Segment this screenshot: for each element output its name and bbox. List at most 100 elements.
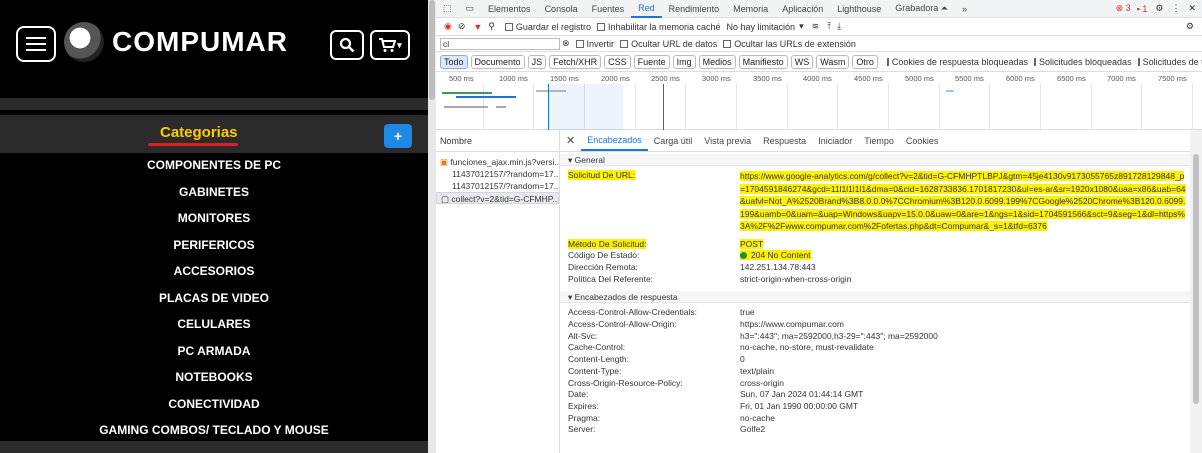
detail-tabs: ✕ Encabezados Carga útil Vista previa Re… — [560, 130, 1190, 152]
tab-payload[interactable]: Carga útil — [648, 136, 699, 146]
filter-input[interactable]: cl — [440, 37, 560, 50]
warning-badge[interactable]: ▪ 1 — [1137, 4, 1148, 14]
hide-data-urls-checkbox[interactable] — [620, 39, 629, 48]
type-filter-img[interactable]: Img — [672, 54, 696, 69]
tab-response[interactable]: Respuesta — [757, 136, 812, 146]
status-ok-icon — [740, 252, 747, 260]
tab-headers[interactable]: Encabezados — [581, 131, 648, 151]
search-button[interactable] — [330, 30, 364, 60]
hamburger-menu-button[interactable] — [16, 26, 56, 62]
type-filter-media[interactable]: Medios — [698, 54, 736, 69]
type-filter-fetch[interactable]: Fetch/XHR — [549, 54, 602, 69]
name-column-header[interactable]: Nombre — [436, 130, 559, 152]
blocked-requests-checkbox[interactable] — [1034, 57, 1036, 66]
category-item[interactable]: PC ARMADA — [0, 338, 428, 365]
categories-title[interactable]: Categorias — [160, 124, 238, 141]
timeline-selection[interactable] — [548, 84, 623, 130]
tab-application[interactable]: Aplicación — [775, 4, 830, 14]
category-item[interactable]: GABINETES — [0, 179, 428, 206]
wifi-icon[interactable]: ≋ — [812, 21, 820, 32]
disable-cache-checkbox[interactable] — [596, 22, 605, 31]
category-item[interactable]: MONITORES — [0, 205, 428, 232]
blocked-cookies-checkbox[interactable] — [886, 57, 889, 66]
request-item[interactable]: ▣ funciones_ajax.min.js?versi... — [436, 156, 559, 168]
tab-lighthouse[interactable]: Lighthouse — [830, 4, 888, 14]
tab-recorder[interactable]: Grabadora ⏶ — [888, 3, 955, 14]
type-filter-other[interactable]: Otro — [852, 54, 878, 69]
general-section-header[interactable]: ▾ General — [560, 154, 1190, 166]
tab-cookies[interactable]: Cookies — [900, 136, 945, 146]
timeline-request-bar — [444, 106, 488, 108]
category-item[interactable]: ACCESORIOS — [0, 258, 428, 285]
type-filter-font[interactable]: Fuente — [633, 54, 670, 69]
page-scrollbar[interactable] — [428, 0, 436, 453]
categories-expand-button[interactable]: + — [384, 124, 412, 148]
response-header-row: Cross-Origin-Resource-Policy: cross-origi… — [560, 378, 1190, 390]
category-item[interactable]: NOTEBOOKS — [0, 364, 428, 391]
timeline-gridline — [533, 84, 534, 130]
third-party-checkbox[interactable] — [1137, 57, 1140, 66]
type-filter-all[interactable]: Todo — [440, 54, 468, 69]
search-icon[interactable]: ⚲ — [488, 21, 495, 32]
download-icon[interactable]: ⤓ — [837, 21, 841, 32]
tab-sources[interactable]: Fuentes — [585, 4, 632, 14]
type-filter-js[interactable]: JS — [527, 54, 547, 69]
type-filter-document[interactable]: Documento — [470, 54, 525, 69]
tab-timing[interactable]: Tiempo — [858, 136, 900, 146]
error-badge[interactable]: ⊗ 3 — [1116, 3, 1131, 14]
category-item[interactable]: CELULARES — [0, 311, 428, 338]
type-filter-ws[interactable]: WS — [790, 54, 814, 69]
filter-icon[interactable]: ▼ — [473, 22, 482, 32]
tab-initiator[interactable]: Iniciador — [812, 136, 858, 146]
tab-console[interactable]: Consola — [538, 4, 585, 14]
header-value: POST — [740, 238, 764, 249]
general-row: Política Del Referente: strict-origin-wh… — [560, 274, 1190, 286]
devtools-panel: ⬚ ▭ Elementos Consola Fuentes Red Rendim… — [436, 0, 1202, 453]
preserve-log-checkbox[interactable] — [504, 22, 513, 31]
type-filter-wasm[interactable]: Wasm — [816, 54, 850, 69]
tab-network[interactable]: Red — [631, 0, 662, 18]
request-item-selected[interactable]: ▢ collect?v=2&tid=G-CFMHP... — [436, 192, 559, 204]
more-options-icon[interactable]: ⋮ — [1171, 3, 1180, 14]
header-key: Solicitud De URL: — [568, 170, 636, 180]
site-logo[interactable]: COMPUMAR — [64, 22, 288, 62]
network-settings-icon[interactable]: ⚙ — [1186, 21, 1194, 32]
response-headers-section-header[interactable]: ▾ Encabezados de respuesta — [560, 291, 1190, 304]
tab-performance[interactable]: Rendimiento — [662, 4, 727, 14]
timeline-request-bar — [946, 90, 954, 92]
close-detail-icon[interactable]: ✕ — [560, 134, 581, 147]
hide-extension-urls-checkbox[interactable] — [723, 39, 732, 48]
network-timeline[interactable]: 500 ms 1000 ms 1500 ms 2000 ms 2500 ms 3000 m… — [436, 72, 1202, 130]
tab-memory[interactable]: Memoria — [726, 4, 775, 14]
record-icon[interactable]: ◉ — [444, 21, 452, 32]
timeline-request-bar — [496, 96, 516, 98]
invert-checkbox[interactable] — [575, 39, 584, 48]
type-filter-manifest[interactable]: Manifiesto — [738, 54, 788, 69]
inspect-icon[interactable]: ⬚ — [436, 3, 459, 14]
close-icon[interactable]: ✕ — [1188, 3, 1196, 14]
cart-button[interactable]: ▾ — [370, 30, 410, 60]
more-tabs-button[interactable]: » — [955, 4, 974, 14]
device-toolbar-icon[interactable]: ▭ — [459, 3, 482, 14]
category-item[interactable]: PERIFERICOS — [0, 232, 428, 259]
tab-elements[interactable]: Elementos — [481, 4, 538, 14]
throttle-select[interactable]: No hay limitación — [727, 22, 796, 32]
type-filter-css[interactable]: CSS — [604, 54, 631, 69]
response-header-row: Date: Sun, 07 Jan 2024 01:44:14 GMT — [560, 389, 1190, 401]
category-item[interactable]: GAMING COMBOS/ TECLADO Y MOUSE — [0, 417, 428, 444]
category-item[interactable]: COMPONENTES DE PC — [0, 152, 428, 179]
doc-icon: ▢ — [441, 194, 452, 204]
category-item[interactable]: PLACAS DE VIDEO — [0, 285, 428, 312]
category-item[interactable]: CONECTIVIDAD — [0, 391, 428, 418]
clear-filter-icon[interactable]: ⊗ — [562, 38, 570, 49]
request-item[interactable]: 11437012157/?random=17... — [436, 180, 559, 192]
detail-scrollbar[interactable] — [1190, 130, 1202, 453]
tab-preview[interactable]: Vista previa — [698, 136, 757, 146]
clear-icon[interactable]: ⊘ — [458, 21, 466, 32]
chevron-down-icon: ▾ — [799, 21, 804, 31]
upload-icon[interactable]: ⤒ — [827, 21, 831, 32]
request-item[interactable]: 11437012157/?random=17... — [436, 168, 559, 180]
settings-icon[interactable]: ⚙ — [1155, 3, 1163, 14]
general-row: Método De Solicitud: POST — [560, 238, 1190, 251]
network-toolbar: ◉ ⊘ ▼ ⚲ Guardar el registro Inhabilitar … — [436, 18, 1202, 36]
